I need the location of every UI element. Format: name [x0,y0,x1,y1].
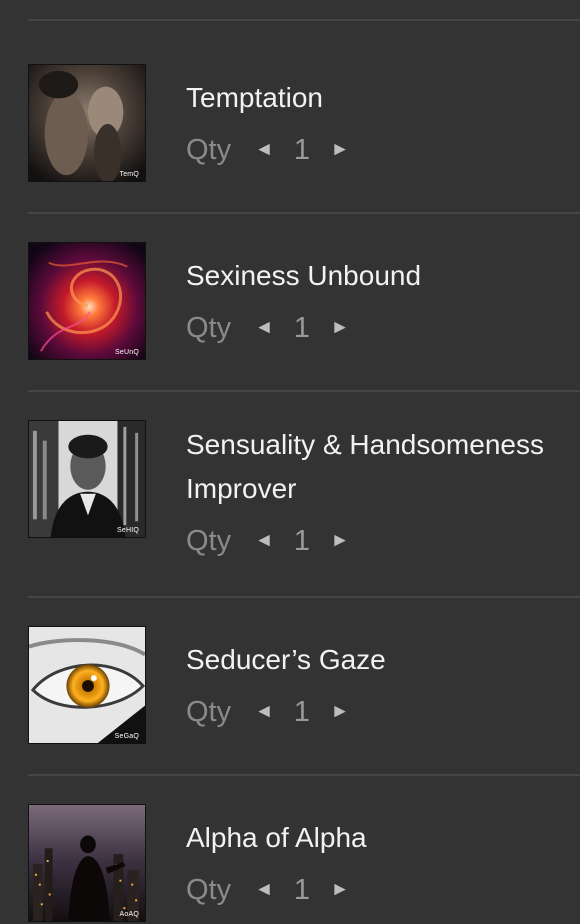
qty-label: Qty [186,524,232,557]
qty-label: Qty [186,873,232,906]
decrement-button[interactable]: ◄ [252,701,276,723]
quantity-stepper: Qty ◄ 1 ► [186,308,352,348]
couple-image [29,65,145,181]
divider [28,390,580,392]
divider [28,212,580,214]
decrement-button[interactable]: ◄ [252,139,276,161]
quantity-value: 1 [293,695,311,728]
increment-button[interactable]: ► [328,879,352,901]
product-thumbnail[interactable]: SeGaQ [28,626,146,744]
product-code: SeHIQ [116,527,139,534]
decrement-button[interactable]: ◄ [252,317,276,339]
quantity-stepper: Qty ◄ 1 ► [186,521,352,561]
increment-button[interactable]: ► [328,530,352,552]
product-thumbnail[interactable]: AoAQ [28,804,146,922]
product-code: TemQ [119,171,139,178]
cart-item-list: TemQ Temptation Qty ◄ 1 ► SeUnQ Sexiness… [0,0,580,924]
quantity-stepper: Qty ◄ 1 ► [186,692,352,732]
quantity-value: 1 [293,873,311,906]
product-thumbnail[interactable]: SeUnQ [28,242,146,360]
product-title: Sensuality & Handsomeness Improver [186,429,544,504]
product-code: AoAQ [119,911,139,918]
product-title: Seducer’s Gaze [186,644,386,675]
increment-button[interactable]: ► [328,317,352,339]
quantity-value: 1 [293,311,311,344]
product-code: SeGaQ [114,733,139,740]
divider [28,774,580,776]
divider [28,596,580,598]
product-thumbnail[interactable]: SeHIQ [28,420,146,538]
increment-button[interactable]: ► [328,701,352,723]
swirl-image [29,243,145,359]
quantity-stepper: Qty ◄ 1 ► [186,870,352,910]
product-title: Alpha of Alpha [186,822,367,853]
qty-label: Qty [186,311,232,344]
quantity-value: 1 [293,133,311,166]
product-title: Sexiness Unbound [186,260,422,291]
divider [28,19,580,21]
decrement-button[interactable]: ◄ [252,530,276,552]
city-skyline-image [29,805,145,921]
product-title: Temptation [186,82,323,113]
man-portrait-image [29,421,145,537]
decrement-button[interactable]: ◄ [252,879,276,901]
qty-label: Qty [186,695,232,728]
product-code: SeUnQ [115,349,139,356]
quantity-stepper: Qty ◄ 1 ► [186,130,352,170]
product-thumbnail[interactable]: TemQ [28,64,146,182]
qty-label: Qty [186,133,232,166]
quantity-value: 1 [293,524,311,557]
golden-eye-image [29,627,145,743]
increment-button[interactable]: ► [328,139,352,161]
